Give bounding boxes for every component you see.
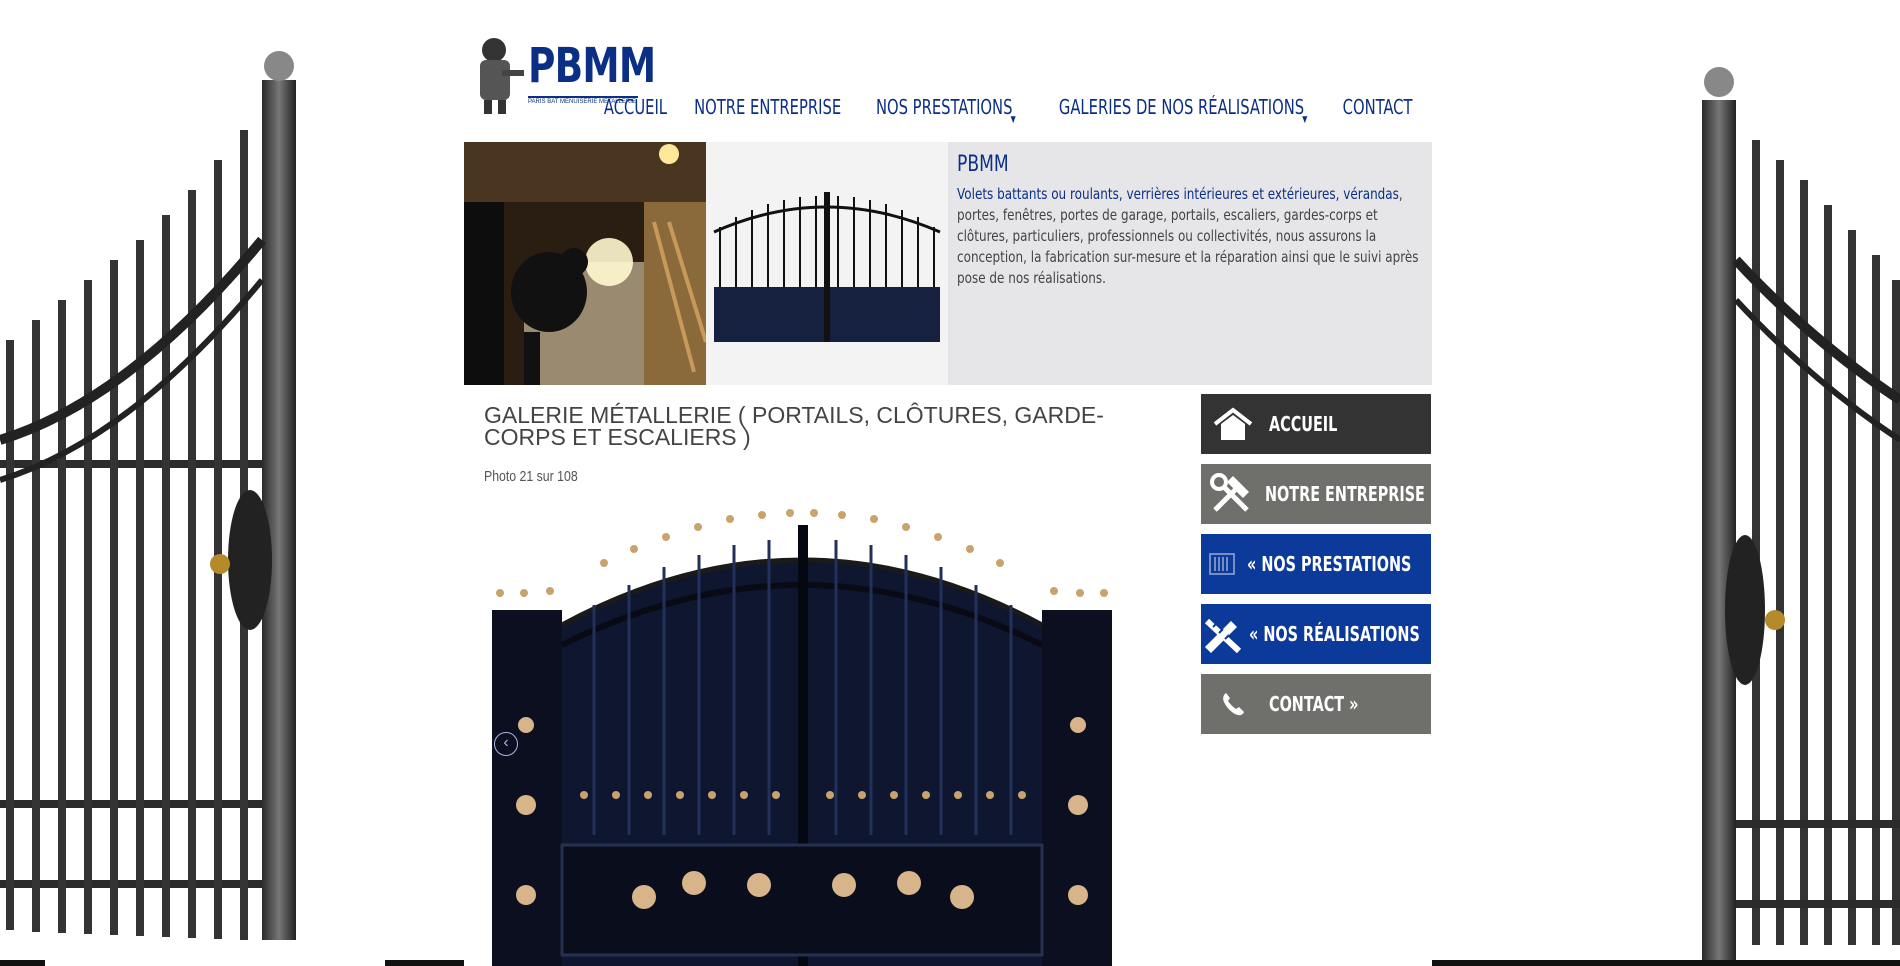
right-gate-decoration [1702, 67, 1900, 960]
phone-icon [1209, 682, 1257, 726]
sidemenu-label: « NOS RÉALISATIONS [1249, 622, 1420, 646]
banner: PBMM Volets battants ou roulants, verriè… [464, 142, 1432, 385]
dropdown-caret-icon: ▼ [1011, 115, 1017, 125]
sidemenu-label: CONTACT » [1269, 692, 1359, 716]
gallery-title: GALERIE MÉTALLERIE ( PORTAILS, CLÔTURES,… [484, 402, 1104, 450]
sidemenu-label: « NOS PRESTATIONS [1247, 552, 1412, 576]
dropdown-caret-icon: ▼ [1302, 115, 1308, 125]
nav-nos-prestations[interactable]: NOS PRESTATIONS ▼ [868, 95, 1021, 125]
photo-counter: Photo 21 sur 108 [484, 468, 578, 485]
logo-brand-name: PBMM [528, 38, 656, 94]
ruler-pencil-icon [1201, 612, 1243, 656]
sidemenu-label: ACCUEIL [1269, 412, 1338, 436]
welder-logo-icon [480, 38, 524, 114]
banner-text: Volets battants ou roulants, verrières i… [957, 184, 1421, 289]
banner-text-highlight: Volets battants ou roulants, verrières i… [957, 185, 1399, 203]
sidemenu-nos-prestations[interactable]: « NOS PRESTATIONS [1201, 534, 1431, 594]
nav-galeries[interactable]: GALERIES DE NOS RÉALISATIONS ▼ [1051, 95, 1313, 125]
side-menu: ACCUEIL NOTRE ENTREPRISE » « NOS PRESTAT… [1201, 394, 1439, 744]
sidemenu-label: NOTRE ENTREPRISE » [1265, 482, 1440, 506]
left-gate-decoration [0, 51, 296, 940]
gallery-gate-image [484, 505, 1120, 966]
home-icon [1209, 402, 1257, 446]
top-navigation: ACCUEIL NOTRE ENTREPRISE NOS PRESTATIONS… [595, 95, 1422, 125]
gate-photo [706, 142, 948, 385]
nav-accueil[interactable]: ACCUEIL [596, 95, 676, 119]
tools-icon [1209, 472, 1253, 516]
sidemenu-nos-realisations[interactable]: « NOS RÉALISATIONS [1201, 604, 1431, 664]
barcode-icon [1209, 542, 1235, 586]
sidemenu-notre-entreprise[interactable]: NOTRE ENTREPRISE » [1201, 464, 1439, 524]
sidemenu-accueil[interactable]: ACCUEIL [1201, 394, 1431, 454]
page-container: PBMM PARIS BAT MENUISERIE METALLERIE ACC… [464, 0, 1439, 966]
nav-notre-entreprise[interactable]: NOTRE ENTREPRISE [686, 95, 849, 119]
nav-contact[interactable]: CONTACT [1334, 95, 1420, 119]
gallery-prev-button[interactable]: ‹ [494, 732, 518, 756]
sidemenu-contact[interactable]: CONTACT » [1201, 674, 1431, 734]
banner-title: PBMM [957, 152, 1009, 177]
welder-photo [464, 142, 706, 385]
